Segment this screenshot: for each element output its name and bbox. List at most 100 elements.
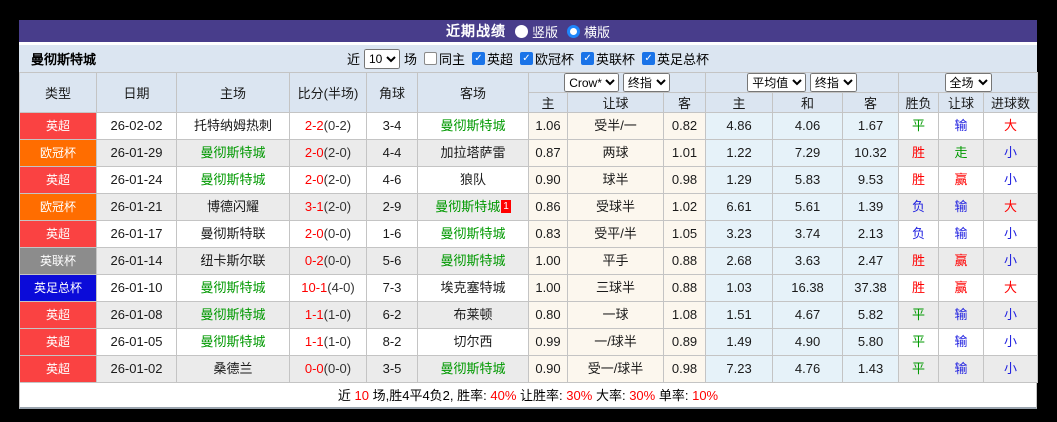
away-team-link[interactable]: 加拉塔萨雷 bbox=[440, 145, 505, 160]
score-cell: 1-1(1-0) bbox=[289, 328, 367, 356]
away-team-link[interactable]: 曼彻斯特城 bbox=[440, 118, 505, 133]
crow-away-odds: 1.02 bbox=[662, 193, 707, 221]
match-row: 英超 26-01-17 曼彻斯特联 2-0(0-0) 1-6 曼彻斯特城 0.8… bbox=[19, 220, 1039, 248]
league-filter-checkbox[interactable]: ✓ bbox=[471, 52, 485, 65]
corners-cell: 4-6 bbox=[366, 166, 418, 194]
halftime-score: (2-0) bbox=[323, 172, 352, 187]
home-team-link[interactable]: 曼彻斯特城 bbox=[200, 307, 265, 322]
crow-home-odds: 1.06 bbox=[528, 112, 568, 140]
summary-text-part: 10% bbox=[692, 388, 719, 403]
corners-cell: 4-4 bbox=[366, 139, 418, 167]
league-filter-label[interactable]: 英超 bbox=[487, 49, 513, 68]
sub-column-header: 进球数 bbox=[983, 92, 1039, 113]
crow-home-odds: 0.80 bbox=[528, 301, 568, 329]
result-cell: 负 bbox=[898, 220, 940, 248]
near-label: 近 bbox=[346, 52, 360, 67]
home-team-cell: 曼彻斯特城 bbox=[176, 274, 290, 302]
home-team-link[interactable]: 纽卡斯尔联 bbox=[200, 253, 265, 268]
column-header: 客场 bbox=[417, 72, 529, 113]
avg-away-odds: 2.13 bbox=[842, 220, 900, 248]
avg-home-odds: 1.51 bbox=[705, 301, 774, 329]
away-team-link[interactable]: 曼彻斯特城 bbox=[440, 361, 505, 376]
corners-cell: 6-2 bbox=[366, 301, 418, 329]
home-team-link[interactable]: 托特纳姆热刺 bbox=[194, 118, 272, 133]
home-team-cell: 桑德兰 bbox=[176, 355, 290, 383]
corners-cell: 3-5 bbox=[366, 355, 418, 383]
home-team-link[interactable]: 博德闪耀 bbox=[207, 199, 259, 214]
league-type-badge: 英超 bbox=[19, 166, 97, 194]
crow-away-odds: 0.88 bbox=[662, 247, 707, 275]
home-team-link[interactable]: 曼彻斯特城 bbox=[200, 334, 265, 349]
score-cell: 2-0(2-0) bbox=[289, 139, 367, 167]
avg-draw-odds: 16.38 bbox=[772, 274, 844, 302]
league-filter-checkbox[interactable]: ✓ bbox=[642, 52, 656, 65]
horizontal-layout-option[interactable]: 横版 bbox=[567, 22, 610, 41]
corners-cell: 1-6 bbox=[366, 220, 418, 248]
league-type-badge: 英超 bbox=[19, 355, 97, 383]
crow-handicap: 受半/一 bbox=[567, 112, 664, 140]
average-select[interactable]: 平均值 bbox=[747, 73, 807, 92]
match-date: 26-02-02 bbox=[96, 112, 177, 140]
away-team-link[interactable]: 狼队 bbox=[460, 172, 486, 187]
home-team-link[interactable]: 曼彻斯特城 bbox=[200, 145, 265, 160]
league-filter-checkbox[interactable]: ✓ bbox=[581, 52, 595, 65]
result-cell: 胜 bbox=[898, 166, 940, 194]
scope-header: 全场 bbox=[898, 72, 1039, 93]
crow-period-select[interactable]: 终指 bbox=[622, 73, 670, 92]
away-team-link[interactable]: 布莱顿 bbox=[453, 307, 492, 322]
same-home-checkbox[interactable] bbox=[423, 52, 437, 65]
home-team-link[interactable]: 曼彻斯特城 bbox=[200, 280, 265, 295]
halftime-score: (0-0) bbox=[323, 361, 352, 376]
avg-home-odds: 4.86 bbox=[705, 112, 774, 140]
league-filter-label[interactable]: 英足总杯 bbox=[657, 49, 709, 68]
same-home-label[interactable]: 同主 bbox=[439, 49, 465, 68]
league-filter-checkbox[interactable]: ✓ bbox=[520, 52, 533, 65]
league-type-badge: 英超 bbox=[19, 301, 97, 329]
handicap-result-cell: 赢 bbox=[938, 274, 985, 302]
sub-column-header: 让球 bbox=[938, 92, 985, 113]
goals-result-cell: 小 bbox=[983, 301, 1039, 329]
vertical-layout-option[interactable]: 竖版 bbox=[514, 22, 558, 41]
scope-select[interactable]: 全场 bbox=[944, 73, 992, 92]
crow-handicap: 两球 bbox=[567, 139, 664, 167]
home-team-link[interactable]: 曼彻斯特联 bbox=[200, 226, 265, 241]
crow-handicap: 受球半 bbox=[567, 193, 664, 221]
away-team-link[interactable]: 曼彻斯特城 bbox=[440, 226, 505, 241]
away-team-link[interactable]: 切尔西 bbox=[453, 334, 492, 349]
league-type-badge: 欧冠杯 bbox=[19, 139, 97, 167]
away-team-link[interactable]: 曼彻斯特城 bbox=[440, 253, 505, 268]
crow-home-odds: 0.90 bbox=[528, 355, 568, 383]
sub-column-header: 主 bbox=[705, 92, 774, 113]
team-name: 曼彻斯特城 bbox=[31, 52, 97, 67]
league-filter-label[interactable]: 欧冠杯 bbox=[535, 49, 574, 68]
horizontal-radio-label[interactable]: 横版 bbox=[584, 22, 610, 41]
crow-handicap: 受一/球半 bbox=[567, 355, 664, 383]
avg-draw-odds: 4.90 bbox=[772, 328, 844, 356]
avg-period-select[interactable]: 终指 bbox=[809, 73, 857, 92]
crow-odds-header: Crow* 终指 bbox=[527, 72, 707, 93]
match-count-select[interactable]: 10 bbox=[363, 48, 400, 69]
match-row: 英超 26-02-02 托特纳姆热刺 2-2(0-2) 3-4 曼彻斯特城 1.… bbox=[19, 112, 1039, 140]
home-team-cell: 曼彻斯特城 bbox=[176, 166, 290, 194]
away-team-link[interactable]: 曼彻斯特城 bbox=[435, 199, 500, 214]
vertical-radio-icon[interactable] bbox=[514, 24, 528, 38]
home-team-link[interactable]: 桑德兰 bbox=[213, 361, 252, 376]
league-type-badge: 英超 bbox=[19, 112, 97, 140]
handicap-result-cell: 输 bbox=[938, 193, 985, 221]
summary-text-part: 10 bbox=[354, 388, 369, 403]
bookmaker-select[interactable]: Crow* bbox=[564, 73, 620, 92]
away-team-link[interactable]: 埃克塞特城 bbox=[440, 280, 505, 295]
filter-bar: 曼彻斯特城 近 10 场 同主 ✓ 英超 ✓ 欧冠杯 ✓ 英联杯 ✓ 英足总杯 bbox=[19, 45, 1037, 72]
vertical-radio-label[interactable]: 竖版 bbox=[532, 22, 558, 41]
fulltime-score: 2-0 bbox=[304, 226, 324, 241]
league-filter-label[interactable]: 英联杯 bbox=[596, 49, 635, 68]
avg-draw-odds: 4.76 bbox=[772, 355, 844, 383]
goals-result-cell: 大 bbox=[983, 274, 1039, 302]
avg-home-odds: 1.29 bbox=[705, 166, 774, 194]
away-team-cell: 埃克塞特城 bbox=[417, 274, 529, 302]
avg-draw-odds: 7.29 bbox=[772, 139, 844, 167]
home-team-link[interactable]: 曼彻斯特城 bbox=[200, 172, 265, 187]
horizontal-radio-icon[interactable] bbox=[567, 24, 580, 38]
goals-result-cell: 小 bbox=[983, 247, 1039, 275]
match-date: 26-01-17 bbox=[96, 220, 177, 248]
